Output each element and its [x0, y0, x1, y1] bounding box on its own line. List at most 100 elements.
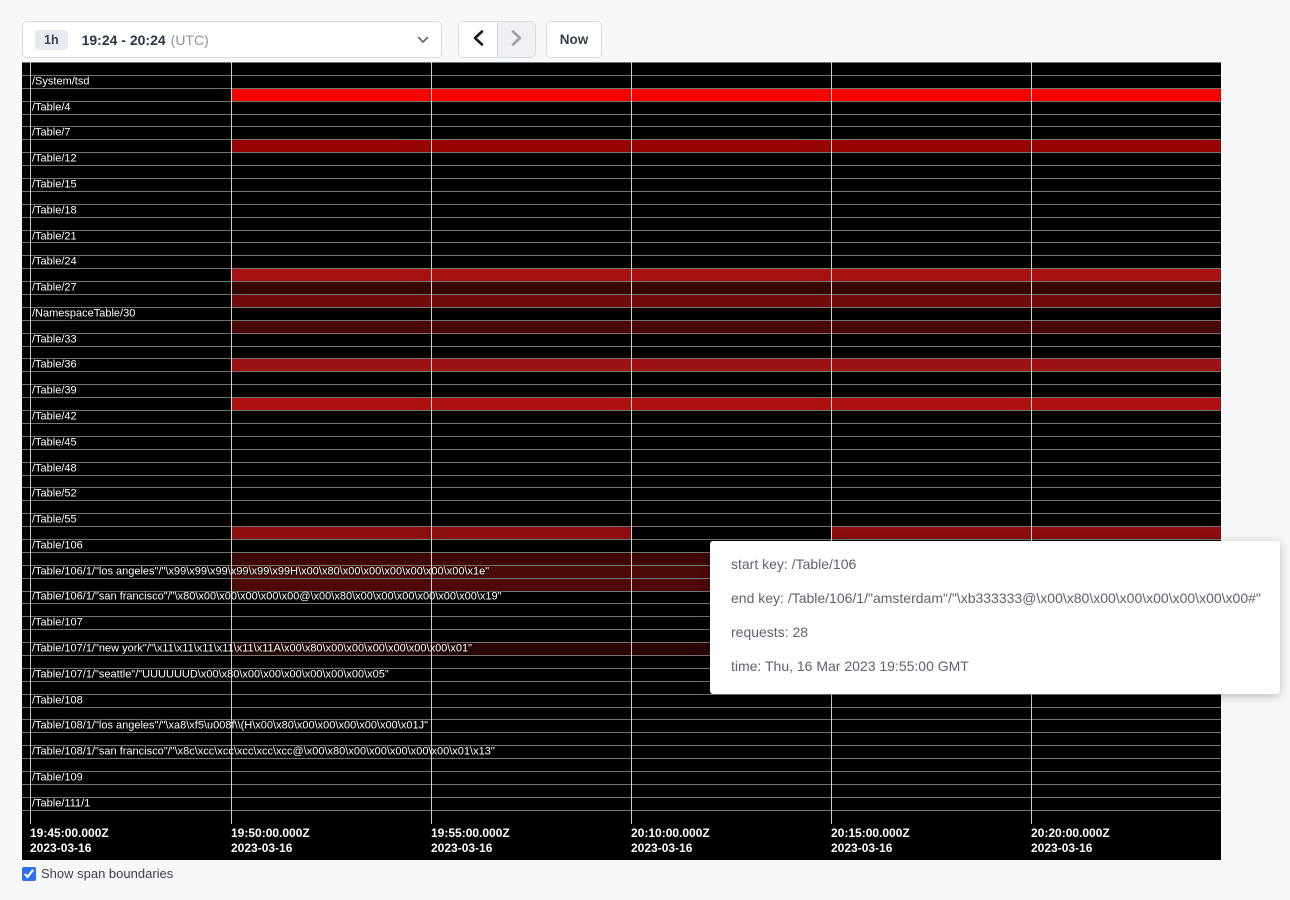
heat-band [631, 269, 831, 281]
span-key-label: /Table/7 [32, 128, 71, 139]
span-key-label: /Table/15 [32, 179, 77, 190]
show-span-boundaries-label: Show span boundaries [41, 866, 173, 881]
next-range-button[interactable] [497, 22, 535, 57]
now-button[interactable]: Now [546, 21, 602, 58]
time-gridline [1031, 62, 1032, 824]
heat-band [431, 282, 631, 294]
time-range-text: 19:24 - 20:24 [82, 32, 166, 48]
heat-band [631, 282, 831, 294]
heat-band [1031, 527, 1221, 539]
span-gap-row[interactable] [22, 707, 1221, 720]
span-gap-row[interactable] [22, 526, 1221, 539]
span-gap-row[interactable] [22, 346, 1221, 359]
span-gap-row[interactable] [22, 500, 1221, 513]
span-gap-row[interactable] [22, 268, 1221, 281]
span-gap-row[interactable] [22, 371, 1221, 384]
show-span-boundaries-checkbox[interactable] [22, 867, 36, 881]
heat-band [631, 359, 831, 371]
span-row[interactable]: /Table/21 [22, 230, 1221, 243]
span-gap-row[interactable] [22, 320, 1221, 333]
span-gap-row[interactable] [22, 397, 1221, 410]
heat-band [631, 89, 831, 101]
span-row[interactable]: /Table/45 [22, 436, 1221, 449]
span-row[interactable]: /Table/52 [22, 487, 1221, 500]
span-row[interactable]: /NamespaceTable/30 [22, 307, 1221, 320]
heat-band [631, 527, 831, 539]
span-row[interactable]: /Table/111/1 [22, 797, 1221, 810]
span-key-label: /Table/111/1 [32, 798, 90, 809]
heat-band [831, 295, 1031, 307]
span-gap-row[interactable] [22, 784, 1221, 797]
span-gap-row[interactable] [22, 423, 1221, 436]
span-key-label: /Table/36 [32, 360, 77, 371]
span-row[interactable]: /Table/108/1/"los angeles"/"\xa8\xf5\u00… [22, 719, 1221, 732]
span-gap-row[interactable] [22, 191, 1221, 204]
span-row[interactable]: /Table/39 [22, 384, 1221, 397]
heat-band [831, 140, 1031, 152]
heat-band [1031, 359, 1221, 371]
span-row[interactable]: /Table/42 [22, 410, 1221, 423]
heat-band [1031, 295, 1221, 307]
span-gap-row[interactable] [22, 449, 1221, 462]
span-row[interactable]: /Table/4 [22, 101, 1221, 114]
span-row[interactable]: /Table/24 [22, 255, 1221, 268]
heat-band [231, 579, 431, 591]
show-span-boundaries-control[interactable]: Show span boundaries [22, 866, 173, 881]
span-row[interactable]: /Table/108/1/"san francisco"/"\x8c\xcc\x… [22, 745, 1221, 758]
span-row[interactable]: /Table/48 [22, 462, 1221, 475]
span-row[interactable]: /Table/109 [22, 771, 1221, 784]
key-visualizer-canvas[interactable]: /System/tsd/Table/4/Table/7/Table/12/Tab… [22, 62, 1221, 860]
span-key-label: /Table/107/1/"new york"/"\x11\x11\x11\x1… [32, 644, 472, 655]
span-gap-row[interactable] [22, 242, 1221, 255]
span-gap-row[interactable] [22, 217, 1221, 230]
span-row[interactable]: /Table/7 [22, 126, 1221, 139]
span-key-label: /Table/24 [32, 257, 77, 268]
heat-band [831, 359, 1031, 371]
span-gap-row[interactable] [22, 165, 1221, 178]
span-key-label: /Table/21 [32, 231, 77, 242]
heat-band [631, 321, 831, 333]
span-row[interactable]: /Table/27 [22, 281, 1221, 294]
span-key-label: /Table/27 [32, 283, 77, 294]
span-row[interactable]: /Table/33 [22, 333, 1221, 346]
heat-band [431, 140, 631, 152]
heat-band [831, 282, 1031, 294]
prev-range-button[interactable] [459, 22, 497, 57]
span-row[interactable]: /System/tsd [22, 75, 1221, 88]
heat-band [1031, 140, 1221, 152]
span-gap-row[interactable] [22, 114, 1221, 127]
span-gap-row[interactable] [22, 475, 1221, 488]
tooltip-time: time: Thu, 16 Mar 2023 19:55:00 GMT [731, 649, 1266, 683]
span-row[interactable]: /Table/36 [22, 358, 1221, 371]
time-range-select[interactable]: 1h 19:24 - 20:24 (UTC) [22, 21, 442, 58]
time-axis-label: 19:45:00.000Z2023-03-16 [30, 826, 109, 856]
span-gap-row[interactable] [22, 88, 1221, 101]
span-gap-row[interactable] [22, 139, 1221, 152]
heat-band [831, 89, 1031, 101]
span-key-label: /Table/107 [32, 618, 83, 629]
span-key-label: /Table/106/1/"los angeles"/"\x99\x99\x99… [32, 566, 489, 577]
span-key-label: /System/tsd [32, 76, 89, 87]
span-row[interactable]: /Table/18 [22, 204, 1221, 217]
heat-band [431, 398, 631, 410]
span-gap-row[interactable] [22, 810, 1221, 823]
span-gap-row[interactable] [22, 758, 1221, 771]
span-key-label: /NamespaceTable/30 [32, 308, 135, 319]
span-row[interactable]: /Table/15 [22, 178, 1221, 191]
span-row[interactable]: /Table/12 [22, 152, 1221, 165]
span-row[interactable]: /Table/55 [22, 513, 1221, 526]
heat-band [1031, 269, 1221, 281]
span-key-label: /Table/52 [32, 489, 77, 500]
heat-band [831, 269, 1031, 281]
heat-band [431, 553, 631, 565]
heat-band [431, 269, 631, 281]
span-gap-row[interactable] [22, 62, 1221, 75]
span-gap-row[interactable] [22, 732, 1221, 745]
time-gridline [231, 62, 232, 824]
heat-band [831, 321, 1031, 333]
heatmap-strips[interactable]: /System/tsd/Table/4/Table/7/Table/12/Tab… [22, 62, 1221, 823]
span-gap-row[interactable] [22, 294, 1221, 307]
heat-band [431, 321, 631, 333]
span-row[interactable]: /Table/108 [22, 694, 1221, 707]
heat-band [431, 295, 631, 307]
